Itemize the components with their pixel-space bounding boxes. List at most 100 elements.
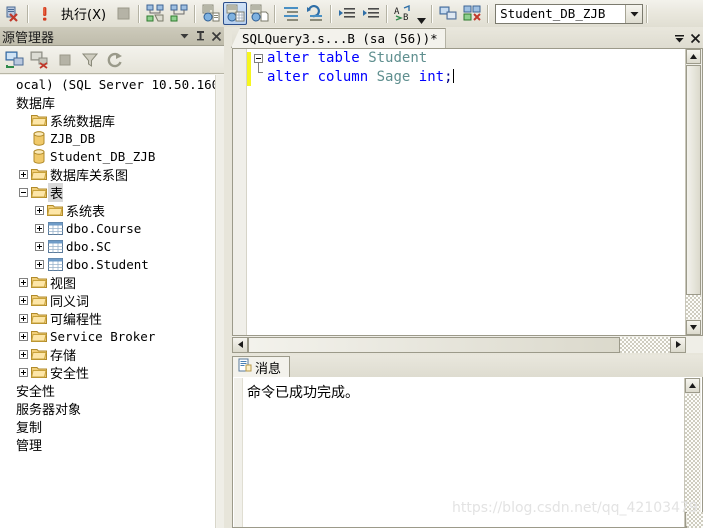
tree-node-spacer [0,93,14,111]
resize-grip[interactable] [687,512,703,528]
folder-icon [30,327,48,345]
expand-plus-icon[interactable] [16,165,30,183]
tree-node-spacer [16,147,30,165]
comment-icon[interactable]: A B [391,2,415,25]
code-token: table [317,50,360,66]
tree-node[interactable]: dbo.SC [0,237,218,255]
expand-plus-icon[interactable] [32,219,46,237]
tree-node[interactable]: 视图 [0,273,218,292]
tree-node[interactable]: 安全性 [0,363,218,382]
collapse-minus-icon[interactable] [16,183,30,201]
execute-label[interactable]: 执行(X) [56,4,111,23]
tab-messages[interactable]: 消息 [232,356,291,377]
connect-icon[interactable] [2,48,27,72]
expand-plus-icon[interactable] [16,291,30,309]
messages-vertical-scrollbar[interactable] [684,378,701,527]
scroll-track-horizontal[interactable] [620,336,670,353]
toolbar-separator [330,4,333,23]
editor-code-area[interactable]: alter table Student alter column Sage int… [266,49,686,335]
editor-outlining-margin[interactable] [252,49,266,335]
scroll-down-button[interactable] [686,320,701,335]
tree-node[interactable]: dbo.Course [0,219,218,237]
svg-text:B: B [403,13,408,22]
code-token: alter [267,69,310,85]
expand-plus-icon[interactable] [32,201,46,219]
folder-icon [30,291,48,309]
scroll-thumb[interactable] [686,65,701,295]
object-explorer-tree[interactable]: ocal) (SQL Server 10.50.1600 数据库 系统数据库 ZJ… [0,75,224,528]
toolbar-separator [646,4,649,23]
expand-plus-icon[interactable] [16,273,30,291]
tree-node[interactable]: 复制 [0,417,218,436]
expand-plus-icon[interactable] [16,327,30,345]
folder-icon [46,201,64,219]
expand-plus-icon[interactable] [32,255,46,273]
results-to-grid-icon[interactable] [223,2,248,25]
tree-node[interactable]: 数据库 [0,93,218,112]
scroll-left-button[interactable] [232,336,248,353]
tree-node[interactable]: 安全性 [0,381,218,400]
change-connection-icon[interactable] [460,2,484,25]
tree-node[interactable]: 服务器对象 [0,399,218,418]
scroll-track[interactable] [685,394,700,511]
tree-node[interactable]: Student_DB_ZJB [0,147,218,165]
editor-change-bar [247,52,251,86]
debug-stop-icon[interactable] [0,2,24,25]
messages-output[interactable]: 命令已成功完成。 [232,377,703,528]
scroll-thumb-horizontal[interactable] [248,336,620,353]
panel-dropdown-icon[interactable] [176,28,192,45]
parse-icon[interactable] [143,2,167,25]
tab-sqlquery3[interactable]: SQLQuery3.s...B (sa (56))* [231,28,446,48]
editor-vertical-scrollbar[interactable] [685,49,702,335]
sql-editor[interactable]: alter table Student alter column Sage int… [232,48,703,336]
ssms-window: 执行(X) A B Student_DB_ZJB 源管理器 ocal) (SQL… [0,0,703,528]
panel-pin-icon[interactable] [192,28,208,45]
results-to-file-icon[interactable] [247,2,271,25]
tree-node[interactable]: dbo.Student [0,255,218,273]
tree-node[interactable]: 同义词 [0,291,218,310]
editor-horizontal-scrollbar[interactable] [232,336,703,353]
execute-icon[interactable] [32,2,56,25]
tree-node[interactable]: 系统表 [0,201,218,220]
tree-node-label: 管理 [16,438,43,454]
scroll-track[interactable] [686,295,701,319]
tree-node[interactable]: ocal) (SQL Server 10.50.1600 [0,75,224,93]
scrollbar-track[interactable] [217,75,224,528]
tree-node[interactable]: 存储 [0,345,218,364]
connect-server-icon[interactable] [436,2,460,25]
refresh-icon[interactable] [102,48,127,72]
overflow-chevron-icon[interactable] [415,2,428,26]
tree-node[interactable]: Service Broker [0,327,218,345]
tree-node[interactable]: 表 [0,182,218,202]
tab-close-icon[interactable] [687,28,703,48]
include-client-statistics-icon[interactable] [303,2,327,25]
expand-plus-icon[interactable] [16,363,30,381]
indent-increase-icon[interactable] [335,2,359,25]
expand-plus-icon[interactable] [16,309,30,327]
expand-plus-icon[interactable] [32,237,46,255]
scroll-right-button[interactable] [670,336,686,353]
tree-node-label: 安全性 [16,384,56,400]
indent-decrease-icon[interactable] [359,2,383,25]
display-estimated-plan-icon[interactable] [167,2,191,25]
tree-node[interactable]: ZJB_DB [0,129,218,147]
scroll-up-button[interactable] [685,378,700,393]
tree-node[interactable]: 系统数据库 [0,111,218,130]
messages-gutter [234,378,243,527]
results-to-text-icon[interactable] [199,2,223,25]
chevron-down-icon[interactable] [625,4,643,23]
filter-icon[interactable] [77,48,102,72]
panel-close-icon[interactable] [208,28,224,45]
tree-node[interactable]: 可编程性 [0,309,218,328]
include-actual-plan-icon[interactable] [279,2,303,25]
scroll-up-button[interactable] [686,49,701,64]
disconnect-icon[interactable] [27,48,52,72]
collapse-region-icon[interactable] [254,54,263,63]
tree-node[interactable]: 数据库关系图 [0,165,218,184]
tree-node-spacer [0,399,14,417]
expand-plus-icon[interactable] [16,345,30,363]
tree-node[interactable]: 管理 [0,435,218,454]
tree-node-spacer [16,129,30,147]
database-combo[interactable]: Student_DB_ZJB [495,3,644,24]
tab-list-dropdown-icon[interactable] [671,28,687,48]
